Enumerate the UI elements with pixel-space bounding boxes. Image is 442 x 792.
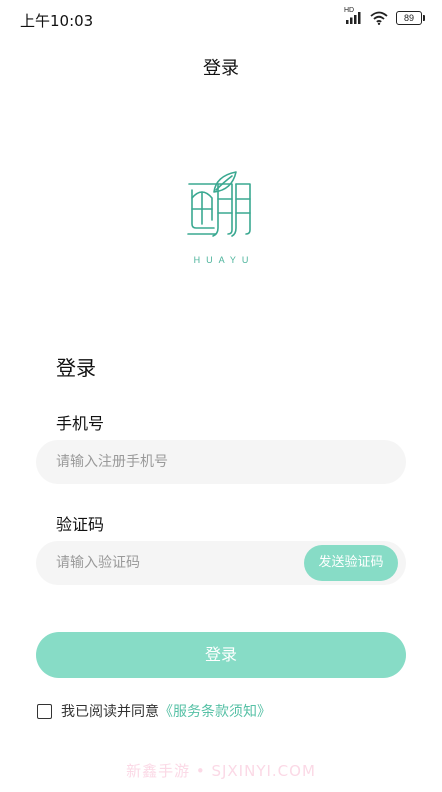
agreement-checkbox[interactable] [37, 703, 52, 719]
code-field: 发送验证码 [36, 541, 406, 585]
send-code-button[interactable]: 发送验证码 [304, 545, 398, 581]
form-title: 登录 [56, 356, 96, 380]
wifi-icon [370, 11, 388, 25]
status-icons: HD 89 [344, 7, 425, 25]
agreement-text: 我已阅读并同意 [61, 704, 159, 720]
status-time: 上午10:03 [20, 12, 94, 30]
phone-label: 手机号 [56, 414, 105, 433]
logo-subtitle: HUAYU [193, 255, 255, 265]
signal-icon: HD [344, 7, 362, 25]
phone-input[interactable] [36, 440, 406, 484]
watermark: 新鑫手游 • SJXINYI.COM [126, 762, 316, 780]
terms-link[interactable]: 《服务条款须知》 [159, 701, 271, 721]
login-button[interactable]: 登录 [36, 632, 406, 678]
status-bar: 上午10:03 HD 89 [0, 0, 442, 38]
battery-icon: 89 [396, 10, 425, 25]
verification-code-input[interactable] [36, 541, 296, 585]
code-label: 验证码 [56, 515, 105, 534]
page-title: 登录 [203, 58, 239, 79]
hd-label: HD [344, 7, 355, 14]
agreement-row: 我已阅读并同意 《服务条款须知》 [37, 701, 271, 721]
battery-level: 89 [403, 12, 414, 23]
